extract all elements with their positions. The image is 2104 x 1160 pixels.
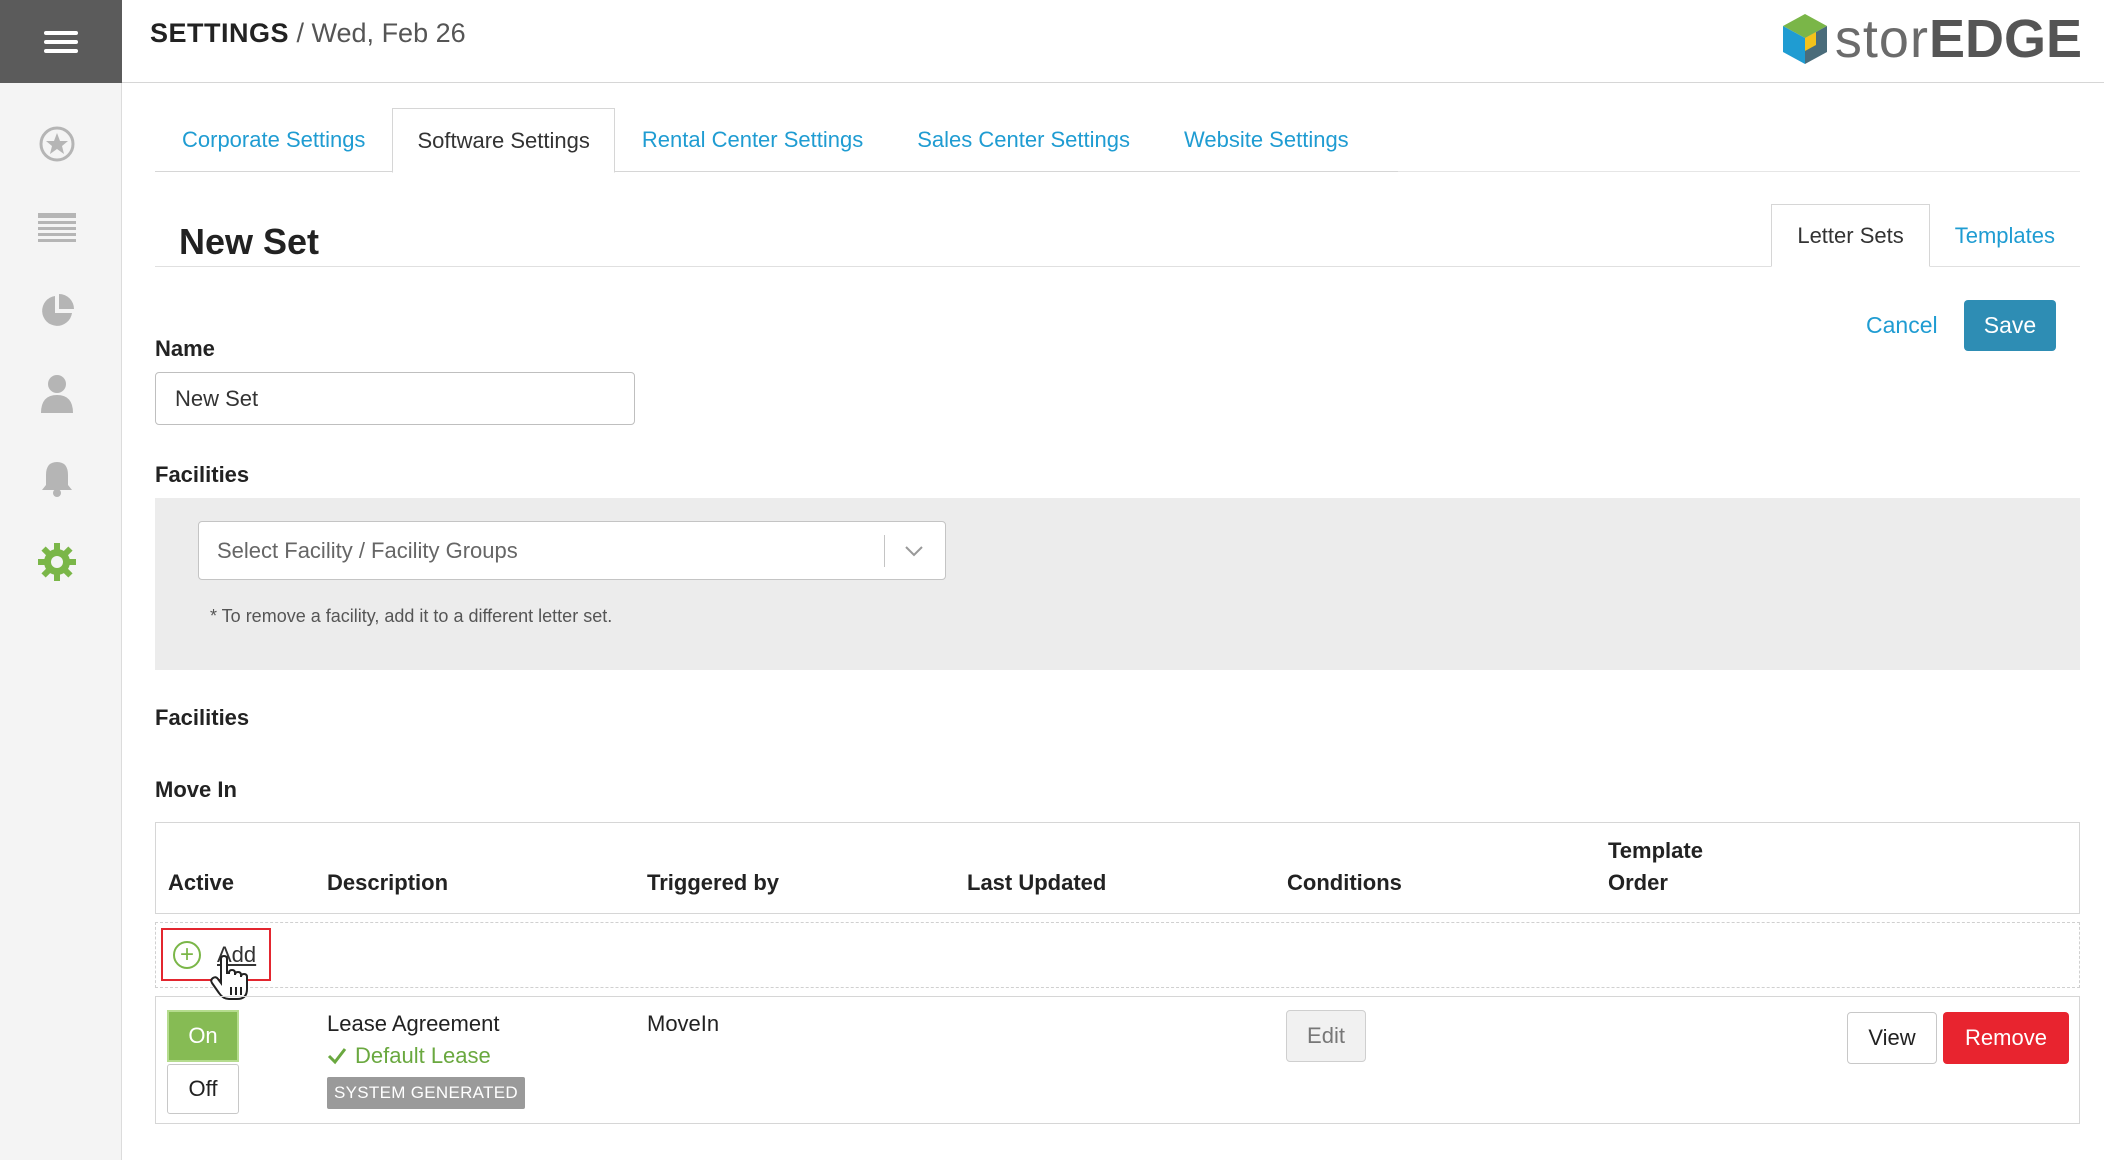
section-name: SETTINGS bbox=[150, 18, 290, 48]
settings-tabs: Corporate Settings Software Settings Ren… bbox=[155, 108, 1398, 173]
page-header-title: SETTINGS / Wed, Feb 26 bbox=[150, 18, 466, 49]
header-separator: / bbox=[289, 18, 312, 48]
cube-logo-icon bbox=[1782, 14, 1827, 64]
default-lease-label: Default Lease bbox=[327, 1043, 491, 1069]
gear-icon[interactable] bbox=[37, 542, 77, 582]
list-icon[interactable] bbox=[37, 208, 77, 248]
view-button[interactable]: View bbox=[1847, 1012, 1937, 1064]
header-date: Wed, Feb 26 bbox=[311, 18, 466, 48]
tab-rental-center-settings[interactable]: Rental Center Settings bbox=[615, 108, 890, 172]
menu-button[interactable] bbox=[0, 0, 122, 83]
system-generated-badge: SYSTEM GENERATED bbox=[327, 1077, 525, 1109]
facilities-panel: Select Facility / Facility Groups * To r… bbox=[155, 498, 2080, 670]
letter-subtabs: Letter Sets Templates bbox=[1771, 204, 2080, 267]
pie-chart-icon[interactable] bbox=[37, 291, 77, 331]
row-description: Lease Agreement bbox=[327, 1011, 500, 1036]
tab-website-settings[interactable]: Website Settings bbox=[1157, 108, 1376, 172]
tab-letter-sets[interactable]: Letter Sets bbox=[1771, 204, 1930, 267]
check-icon bbox=[327, 1048, 347, 1065]
active-on-toggle[interactable]: On bbox=[167, 1010, 239, 1062]
column-conditions: Conditions bbox=[1287, 870, 1402, 895]
table-row: On Off Lease Agreement Default Lease SYS… bbox=[155, 996, 2080, 1124]
tab-corporate-settings[interactable]: Corporate Settings bbox=[155, 108, 392, 172]
save-button[interactable]: Save bbox=[1964, 300, 2056, 351]
logo-text: storEDGE bbox=[1834, 9, 2082, 69]
edit-conditions-button[interactable]: Edit bbox=[1286, 1010, 1366, 1062]
top-header: SETTINGS / Wed, Feb 26 storEDGE bbox=[122, 0, 2104, 83]
facility-select-placeholder: Select Facility / Facility Groups bbox=[217, 538, 518, 563]
remove-button[interactable]: Remove bbox=[1943, 1012, 2069, 1064]
tab-sales-center-settings[interactable]: Sales Center Settings bbox=[890, 108, 1157, 172]
tab-templates[interactable]: Templates bbox=[1930, 204, 2080, 267]
name-label: Name bbox=[155, 336, 215, 361]
facility-note: * To remove a facility, add it to a diff… bbox=[210, 606, 613, 626]
row-triggered-by: MoveIn bbox=[647, 1011, 720, 1036]
column-template-order: Template Order bbox=[1608, 838, 1703, 895]
table-header: Active Description Triggered by Last Upd… bbox=[155, 822, 2080, 914]
star-icon[interactable] bbox=[37, 124, 77, 164]
name-input[interactable] bbox=[155, 372, 635, 425]
facilities-heading: Facilities bbox=[155, 705, 250, 730]
bell-icon[interactable] bbox=[37, 458, 77, 498]
divider bbox=[1398, 171, 2080, 172]
hand-cursor-icon bbox=[210, 955, 248, 1000]
user-icon[interactable] bbox=[37, 373, 77, 413]
column-active: Active bbox=[168, 870, 235, 895]
move-in-heading: Move In bbox=[155, 777, 237, 802]
active-off-toggle[interactable]: Off bbox=[167, 1064, 239, 1114]
page-title: New Set bbox=[179, 221, 320, 262]
left-rail bbox=[0, 0, 122, 1160]
cancel-button[interactable]: Cancel bbox=[1866, 312, 1938, 339]
plus-circle-icon: + bbox=[173, 940, 201, 969]
storedge-logo: storEDGE bbox=[1781, 10, 2082, 68]
column-triggered-by: Triggered by bbox=[647, 870, 780, 895]
add-row: + Add bbox=[155, 922, 2080, 988]
column-last-updated: Last Updated bbox=[967, 870, 1107, 895]
chevron-down-icon[interactable] bbox=[899, 536, 929, 566]
facilities-label: Facilities bbox=[155, 462, 250, 487]
divider bbox=[884, 535, 885, 567]
hamburger-icon bbox=[44, 26, 78, 58]
tab-software-settings[interactable]: Software Settings bbox=[392, 108, 615, 173]
column-description: Description bbox=[327, 870, 449, 895]
facility-select[interactable]: Select Facility / Facility Groups bbox=[198, 521, 946, 580]
